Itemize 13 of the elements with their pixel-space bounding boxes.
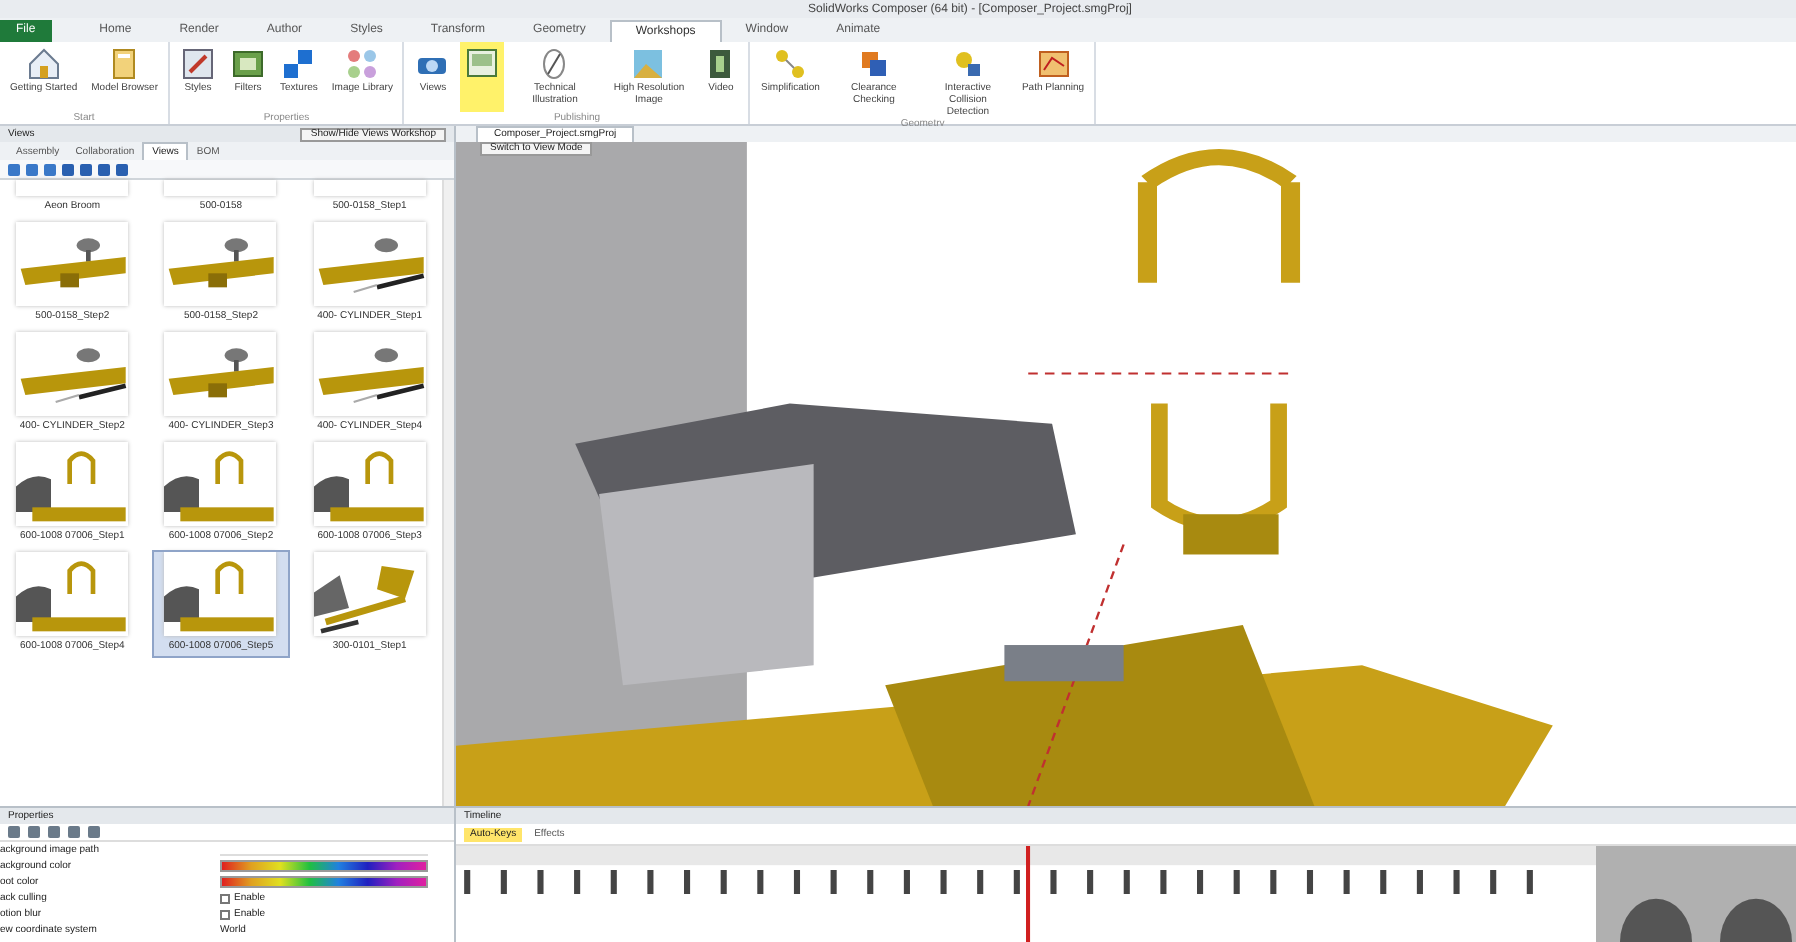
filter-icon (230, 46, 266, 82)
house-icon (25, 46, 62, 82)
color-gradient[interactable] (220, 860, 428, 872)
color-gradient[interactable] (220, 876, 428, 888)
image-icon (630, 46, 667, 82)
scrollbar[interactable] (442, 180, 454, 806)
palette-icon (180, 46, 216, 82)
nodes-icon (772, 46, 809, 82)
monitor-icon (464, 46, 501, 82)
images-icon (344, 46, 381, 82)
route-icon (1035, 46, 1072, 82)
ribbon-button[interactable] (460, 42, 505, 112)
squares-icon (280, 46, 317, 82)
